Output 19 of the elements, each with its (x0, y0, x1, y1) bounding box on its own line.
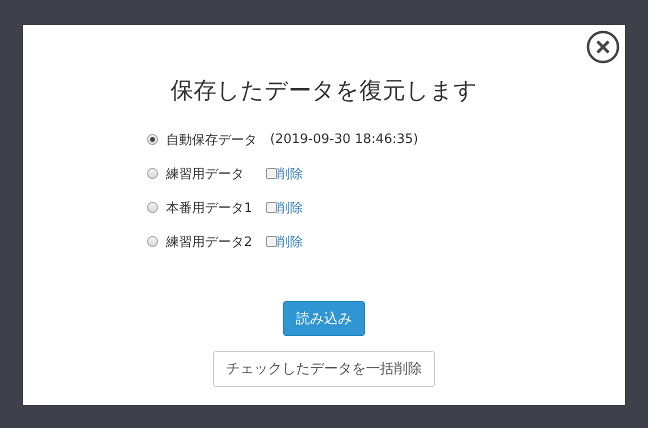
entry-label: 本番用データ1 (166, 200, 254, 216)
timestamp: (2019-09-30 18:46:35) (270, 132, 418, 147)
dialog-title: 保存したデータを復元します (170, 77, 478, 106)
radio-button[interactable] (147, 236, 158, 247)
close-icon[interactable] (586, 30, 620, 64)
load-button[interactable]: 読み込み (283, 301, 365, 336)
radio-button[interactable] (147, 168, 158, 179)
delete-link[interactable]: 削除 (277, 198, 303, 216)
bulk-delete-button[interactable]: チェックしたデータを一括削除 (213, 351, 435, 387)
radio-button[interactable] (147, 134, 158, 145)
delete-link[interactable]: 削除 (277, 232, 303, 250)
entry-label: 自動保存データ (166, 132, 258, 148)
radio-button[interactable] (147, 202, 158, 213)
delete-checkbox[interactable] (266, 202, 277, 213)
delete-link[interactable]: 削除 (277, 164, 303, 182)
delete-checkbox[interactable] (266, 236, 277, 247)
entry-label: 練習用データ (166, 166, 245, 182)
delete-checkbox[interactable] (266, 168, 277, 179)
entry-label: 練習用データ2 (166, 234, 254, 250)
